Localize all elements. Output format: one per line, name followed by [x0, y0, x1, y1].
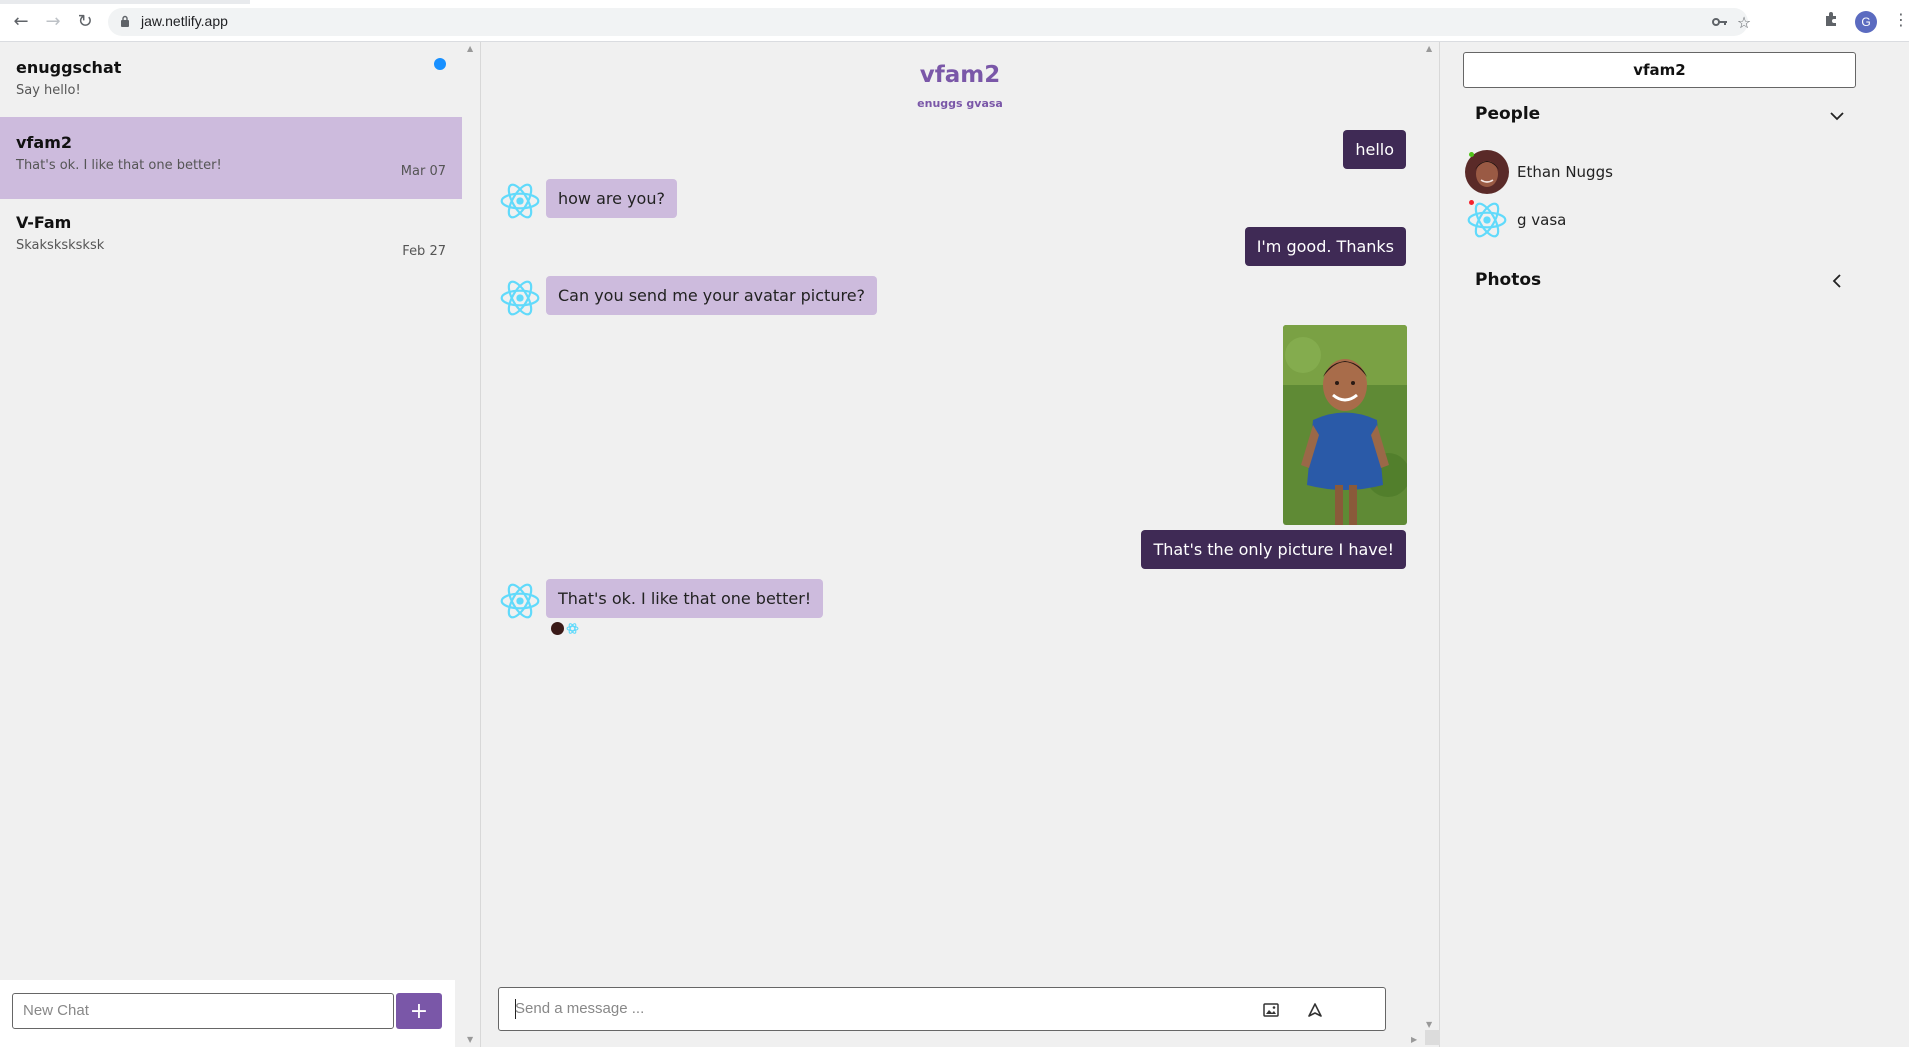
- scroll-down-arrow[interactable]: ▼: [467, 1035, 473, 1044]
- chat-card-title: enuggschat: [16, 58, 122, 77]
- person-name: Ethan Nuggs: [1517, 163, 1613, 181]
- message-input[interactable]: Send a message ...: [515, 1000, 644, 1017]
- chat-members: enuggs gvasa: [917, 97, 1003, 110]
- bookmark-star-icon[interactable]: ☆: [1734, 12, 1754, 32]
- chat-card-vfam2[interactable]: vfam2 That's ok. I like that one better!…: [0, 117, 462, 199]
- chat-card-v-fam[interactable]: V-Fam Skaksksksksk Feb 27: [0, 197, 462, 279]
- chat-feed: vfam2 enuggs gvasa hello how are you? I'…: [480, 42, 1440, 1047]
- chat-settings-panel: vfam2 People Ethan Nuggs g vasa Photos: [1441, 42, 1909, 1047]
- chat-title: vfam2: [919, 62, 1001, 88]
- chat-name-field[interactable]: vfam2: [1463, 52, 1856, 88]
- address-bar[interactable]: jaw.netlify.app ☆: [108, 8, 1751, 36]
- browser-menu-icon[interactable]: ⋮: [1893, 10, 1909, 29]
- attach-image-icon[interactable]: [1261, 1000, 1281, 1020]
- new-chat-form: New Chat +: [0, 980, 455, 1047]
- outgoing-message: That's the only picture I have!: [1141, 530, 1406, 569]
- incoming-message: how are you?: [546, 179, 677, 218]
- photo-message[interactable]: [1283, 325, 1407, 525]
- unread-indicator: [434, 58, 446, 70]
- read-receipt-avatar: [566, 623, 579, 634]
- feed-scroll-up-arrow[interactable]: ▲: [1426, 44, 1432, 53]
- read-receipts: [551, 622, 579, 635]
- offline-status-dot: [1469, 200, 1474, 205]
- chevron-left-icon[interactable]: [1829, 273, 1845, 289]
- send-icon[interactable]: [1305, 1000, 1325, 1020]
- back-icon[interactable]: ←: [10, 10, 32, 32]
- forward-icon[interactable]: →: [42, 10, 64, 32]
- scrollbar-corner: [1425, 1030, 1440, 1045]
- url-text: jaw.netlify.app: [141, 13, 228, 29]
- profile-avatar[interactable]: G: [1855, 11, 1877, 33]
- chat-card-date: Feb 27: [402, 244, 446, 259]
- incoming-message: Can you send me your avatar picture?: [546, 276, 878, 315]
- chat-card-preview: That's ok. I like that one better!: [16, 158, 222, 173]
- person-ethan-nuggs[interactable]: Ethan Nuggs: [1465, 150, 1665, 196]
- feed-scroll-down-arrow[interactable]: ▼: [1426, 1020, 1432, 1029]
- extensions-icon[interactable]: [1823, 11, 1839, 31]
- online-status-dot: [1469, 152, 1474, 157]
- chat-card-title: vfam2: [16, 133, 72, 152]
- react-logo-avatar-icon: [500, 183, 540, 219]
- message-composer[interactable]: Send a message ...: [498, 987, 1386, 1031]
- outgoing-message: hello: [1343, 130, 1406, 169]
- people-section-heading[interactable]: People: [1475, 104, 1540, 124]
- feed-scroll-right-arrow[interactable]: ▶: [1411, 1035, 1417, 1044]
- person-name: g vasa: [1517, 211, 1567, 229]
- photos-section-heading[interactable]: Photos: [1475, 270, 1541, 290]
- incoming-message: That's ok. I like that one better!: [546, 579, 824, 618]
- browser-toolbar: ← → ↻ jaw.netlify.app ☆ G ⋮: [0, 0, 1909, 42]
- new-chat-input[interactable]: New Chat: [12, 993, 394, 1029]
- read-receipt-avatar: [551, 622, 564, 635]
- active-tab-strip: [0, 0, 250, 4]
- chat-card-enuggschat[interactable]: enuggschat Say hello!: [0, 42, 462, 124]
- chevron-down-icon[interactable]: [1829, 108, 1845, 124]
- scroll-up-arrow[interactable]: ▲: [467, 44, 473, 53]
- react-logo-avatar-icon: [500, 583, 540, 619]
- reload-icon[interactable]: ↻: [74, 10, 96, 32]
- chat-card-preview: Skaksksksksk: [16, 238, 105, 253]
- outgoing-message: I'm good. Thanks: [1244, 227, 1406, 266]
- person-g-vasa[interactable]: g vasa: [1465, 198, 1665, 244]
- chat-card-preview: Say hello!: [16, 83, 81, 98]
- child-photo-image: [1283, 325, 1407, 525]
- add-chat-button[interactable]: +: [396, 993, 442, 1029]
- chat-card-date: Mar 07: [400, 164, 446, 179]
- react-logo-avatar-icon: [500, 280, 540, 316]
- lock-icon: [121, 15, 129, 27]
- chat-list-panel: enuggschat Say hello! vfam2 That's ok. I…: [0, 42, 473, 1047]
- key-icon[interactable]: [1710, 12, 1730, 32]
- chat-card-title: V-Fam: [16, 213, 72, 232]
